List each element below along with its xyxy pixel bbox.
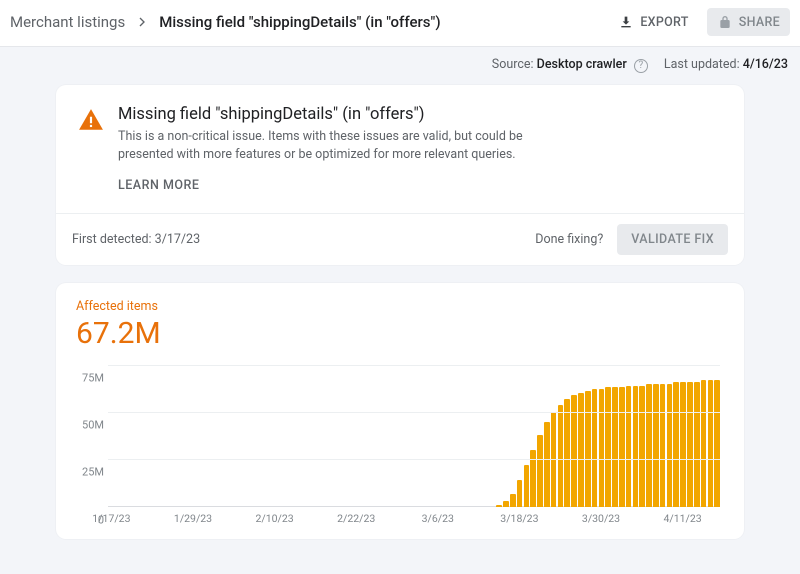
chart-bar[interactable] [667, 384, 673, 507]
y-tick-label: 50M [74, 419, 104, 432]
header-actions: EXPORT SHARE [608, 8, 790, 36]
first-detected: First detected: 3/17/23 [72, 232, 200, 247]
share-label: SHARE [739, 15, 780, 30]
export-label: EXPORT [640, 15, 688, 30]
chart-bar[interactable] [646, 384, 652, 507]
x-tick-label: 2/22/23 [337, 512, 375, 525]
x-tick-label: 4/11/23 [664, 512, 702, 525]
chart-bar[interactable] [639, 386, 645, 507]
chart-bar[interactable] [687, 382, 693, 507]
issue-card: Missing field "shippingDetails" (in "off… [56, 85, 744, 265]
chart-bar[interactable] [592, 389, 598, 506]
gridline [108, 365, 720, 366]
done-fixing-label: Done fixing? [535, 232, 603, 247]
y-tick-label: 25M [74, 466, 104, 479]
breadcrumb-leaf: Missing field "shippingDetails" (in "off… [159, 13, 440, 31]
chart-bar[interactable] [660, 384, 666, 507]
chart-bar[interactable] [544, 422, 550, 507]
chart-bar[interactable] [626, 386, 632, 507]
chart-bar[interactable] [612, 387, 618, 506]
issue-text: Missing field "shippingDetails" (in "off… [118, 105, 558, 207]
first-detected-label: First detected: [72, 232, 152, 247]
chart-plot[interactable] [108, 365, 720, 507]
chart-bar[interactable] [714, 380, 720, 507]
meta-row: Source: Desktop crawler ? Last updated: … [0, 47, 800, 85]
learn-more-link[interactable]: LEARN MORE [118, 178, 199, 193]
chart-bar[interactable] [517, 480, 523, 507]
chart-bar[interactable] [524, 465, 530, 507]
top-bar: Merchant listings Missing field "shippin… [0, 0, 800, 47]
chart-bar[interactable] [653, 384, 659, 507]
download-icon [618, 14, 634, 30]
gridline [108, 412, 720, 413]
x-tick-label: 3/18/23 [500, 512, 538, 525]
chart-bar[interactable] [503, 501, 509, 507]
chart-card: Affected items 67.2M 025M50M75M 1/17/231… [56, 283, 744, 539]
x-tick-label: 1/29/23 [174, 512, 212, 525]
chart-bar[interactable] [585, 391, 591, 506]
chart-bars [108, 365, 720, 507]
x-tick-label: 3/30/23 [582, 512, 620, 525]
x-tick-label: 3/6/23 [422, 512, 454, 525]
chart-bar[interactable] [694, 382, 700, 507]
y-axis: 025M50M75M [74, 365, 104, 507]
chart-bar[interactable] [558, 405, 564, 507]
chart-bar[interactable] [578, 393, 584, 507]
chevron-right-icon [134, 14, 150, 30]
chart-area: 025M50M75M 1/17/231/29/232/10/232/22/233… [108, 365, 720, 525]
breadcrumb: Merchant listings Missing field "shippin… [10, 13, 441, 31]
chart-bar[interactable] [564, 399, 570, 507]
help-icon[interactable]: ? [634, 59, 648, 73]
source-value: Desktop crawler [537, 57, 627, 72]
metric-value: 67.2M [76, 316, 724, 351]
updated-label: Last updated: [664, 57, 740, 72]
lock-icon [717, 14, 733, 30]
chart-bar[interactable] [537, 435, 543, 507]
updated-value: 4/16/23 [743, 57, 788, 72]
gridline [108, 459, 720, 460]
x-axis: 1/17/231/29/232/10/232/22/233/6/233/18/2… [108, 509, 720, 525]
source-group: Source: Desktop crawler ? [492, 57, 648, 73]
chart-bar[interactable] [619, 387, 625, 506]
warning-icon [78, 107, 104, 207]
issue-title: Missing field "shippingDetails" (in "off… [118, 105, 558, 124]
export-button[interactable]: EXPORT [608, 8, 698, 36]
chart-bar[interactable] [605, 387, 611, 506]
issue-footer: First detected: 3/17/23 Done fixing? VAL… [56, 213, 744, 265]
chart-bar[interactable] [599, 389, 605, 506]
validate-fix-button[interactable]: VALIDATE FIX [617, 224, 728, 255]
chart-bar[interactable] [680, 382, 686, 507]
x-tick-label: 2/10/23 [256, 512, 294, 525]
metric-label: Affected items [76, 299, 724, 314]
chart-bar[interactable] [496, 505, 502, 507]
chart-bar[interactable] [673, 382, 679, 507]
source-label: Source: [492, 57, 534, 72]
issue-description: This is a non-critical issue. Items with… [118, 128, 558, 164]
chart-bar[interactable] [701, 380, 707, 507]
breadcrumb-root[interactable]: Merchant listings [10, 13, 125, 31]
chart-bar[interactable] [708, 380, 714, 507]
chart-bar[interactable] [633, 386, 639, 507]
x-tick-label: 1/17/23 [92, 512, 130, 525]
share-button[interactable]: SHARE [707, 8, 790, 36]
chart-bar[interactable] [510, 494, 516, 507]
y-tick-label: 75M [74, 371, 104, 384]
updated-group: Last updated: 4/16/23 [664, 57, 788, 72]
first-detected-value: 3/17/23 [155, 232, 200, 247]
